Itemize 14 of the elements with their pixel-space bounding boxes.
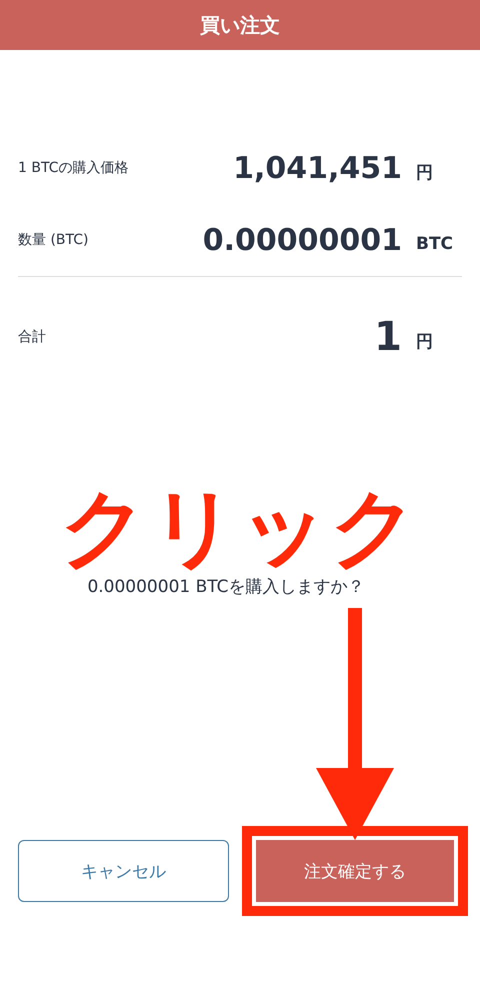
- header-title: 買い注文: [200, 12, 280, 38]
- row-value: 0.00000001: [202, 222, 403, 258]
- unit-label: 円: [416, 330, 434, 352]
- unit-label: 円: [416, 162, 434, 184]
- row-label: 合計: [18, 328, 47, 346]
- confirm-button[interactable]: 注文確定する: [256, 840, 454, 902]
- cancel-button[interactable]: キャンセル: [18, 840, 229, 902]
- row-value: 1,041,451: [232, 150, 403, 186]
- row-label: 数量 (BTC): [18, 231, 90, 249]
- annotation-text: クリック: [59, 485, 421, 571]
- confirm-question: 0.00000001 BTCを購入しますか？: [86, 576, 366, 598]
- unit-label: BTC: [416, 233, 454, 254]
- row-label: 1 BTCの購入価格: [18, 159, 130, 177]
- row-value: 1: [373, 314, 403, 360]
